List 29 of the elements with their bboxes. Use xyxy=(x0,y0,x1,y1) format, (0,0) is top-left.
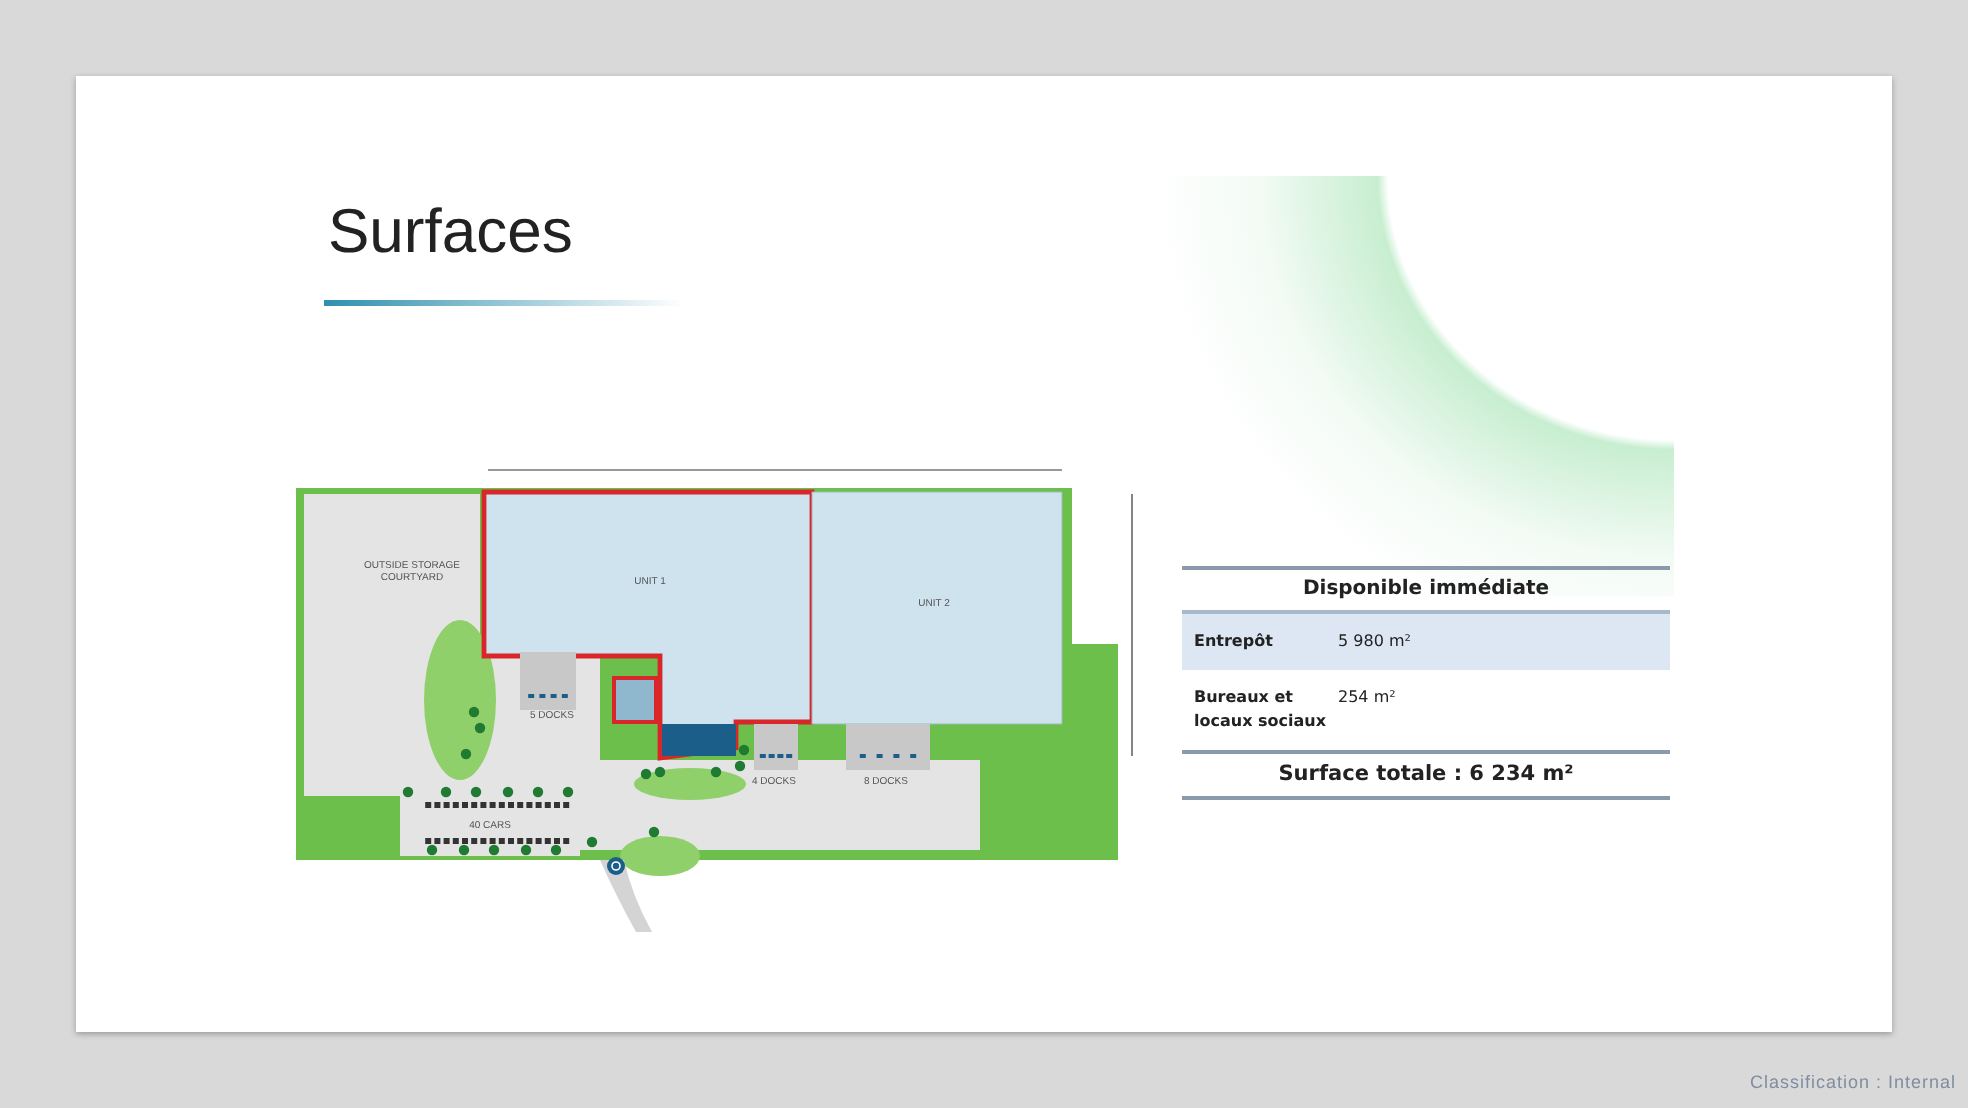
tree-icon xyxy=(502,786,514,798)
table-cell-text: 5 980 m² xyxy=(1336,630,1411,654)
tree-icon xyxy=(532,786,544,798)
table-cell: Bureaux et locaux sociaux xyxy=(1194,686,1326,734)
tree-icon xyxy=(460,748,472,760)
tree-icon xyxy=(402,786,414,798)
annex-block xyxy=(612,676,658,724)
loading-dock-area xyxy=(846,724,930,770)
table-cell-text: Entrepôt xyxy=(1194,630,1275,654)
tree-icon xyxy=(458,844,470,856)
tree-icon xyxy=(586,836,598,848)
slide-title: Surfaces xyxy=(328,196,575,268)
lawn-island xyxy=(620,836,700,876)
classification-label: Classification : Internal xyxy=(1749,1072,1956,1092)
tree-icon xyxy=(470,786,482,798)
tree-icon xyxy=(520,844,532,856)
tree-icon xyxy=(440,786,452,798)
lawn-island xyxy=(634,768,746,800)
loading-dock-area xyxy=(520,652,576,710)
tree-icon xyxy=(562,786,574,798)
table-total: Surface totale : 6 234 m² xyxy=(1182,750,1670,800)
tree-icon xyxy=(426,844,438,856)
tree-icon xyxy=(550,844,562,856)
roundabout-sign-icon xyxy=(607,857,625,875)
loading-dock-area xyxy=(754,724,798,770)
office-block xyxy=(662,724,736,756)
table-cell-text: 254 m² xyxy=(1336,686,1396,710)
tree-icon xyxy=(488,844,500,856)
tree-icon xyxy=(648,826,660,838)
